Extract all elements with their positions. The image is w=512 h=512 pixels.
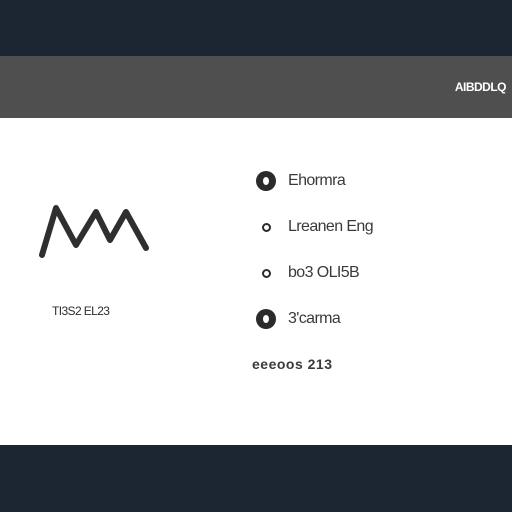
option-item-2[interactable]: Lreanen Eng: [254, 213, 374, 241]
radio-selected-icon[interactable]: [254, 307, 278, 331]
option-item-1[interactable]: Ehormra: [254, 167, 346, 195]
radio-unselected-icon[interactable]: [254, 215, 278, 239]
radio-selected-icon[interactable]: [254, 169, 278, 193]
option-item-4[interactable]: 3'carma: [254, 305, 341, 333]
top-bar: [0, 0, 512, 56]
footer-text: eeeoos 213: [252, 356, 333, 372]
radio-unselected-icon[interactable]: [254, 261, 278, 285]
header-bar: AIBDDLQ: [0, 56, 512, 118]
option-label: Lreanen Eng: [288, 218, 374, 235]
bottom-bar: [0, 445, 512, 512]
option-item-3[interactable]: bo3 OLI5B: [254, 259, 360, 287]
option-label: Ehormra: [288, 172, 346, 189]
option-label: 3'carma: [288, 310, 341, 327]
option-label: bo3 OLI5B: [288, 264, 360, 281]
header-title: AIBDDLQ: [454, 80, 507, 94]
wave-logo-icon: [39, 205, 149, 258]
logo-caption: TI3S2 EL23: [52, 304, 110, 318]
